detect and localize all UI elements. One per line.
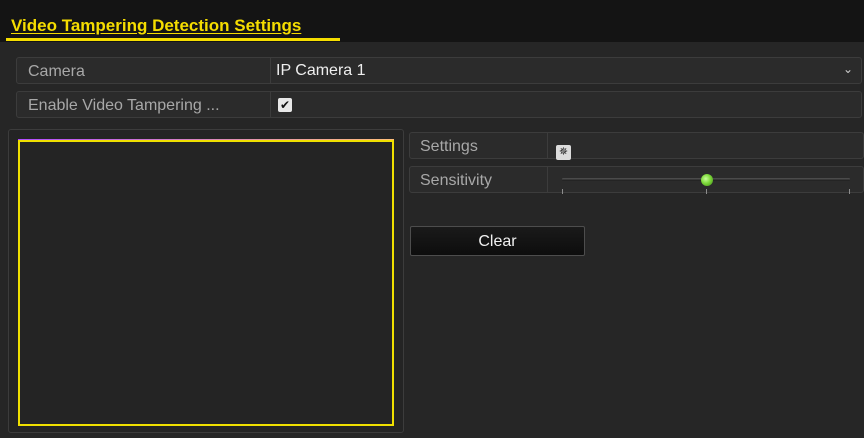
- slider-tick: [706, 189, 707, 194]
- gear-icon[interactable]: ✵: [556, 145, 571, 160]
- row-separator: [547, 133, 548, 158]
- page-title: Video Tampering Detection Settings: [11, 16, 302, 35]
- camera-select-value[interactable]: IP Camera 1: [276, 62, 366, 80]
- camera-row[interactable]: Camera IP Camera 1 ⌄: [16, 57, 862, 84]
- row-separator: [547, 167, 548, 192]
- enable-tampering-checkbox[interactable]: ✔: [278, 98, 292, 112]
- title-underline: [6, 38, 340, 41]
- enable-tampering-row: Enable Video Tampering ... ✔: [16, 91, 862, 118]
- camera-label: Camera: [28, 63, 85, 80]
- sensitivity-label: Sensitivity: [420, 172, 493, 189]
- header-bar: Video Tampering Detection Settings: [0, 0, 864, 42]
- chevron-down-icon[interactable]: ⌄: [843, 62, 853, 76]
- settings-label: Settings: [420, 138, 478, 155]
- slider-tick: [849, 189, 850, 194]
- slider-tick: [562, 189, 563, 194]
- settings-row: Settings: [409, 132, 864, 159]
- tampering-area-rectangle[interactable]: [18, 140, 394, 426]
- row-separator: [270, 92, 271, 117]
- tampering-settings-panel: Video Tampering Detection Settings Camer…: [0, 0, 864, 438]
- row-separator: [270, 58, 271, 83]
- clear-button[interactable]: Clear: [410, 226, 585, 256]
- enable-tampering-label: Enable Video Tampering ...: [28, 97, 220, 114]
- sensitivity-slider-handle[interactable]: [701, 174, 713, 186]
